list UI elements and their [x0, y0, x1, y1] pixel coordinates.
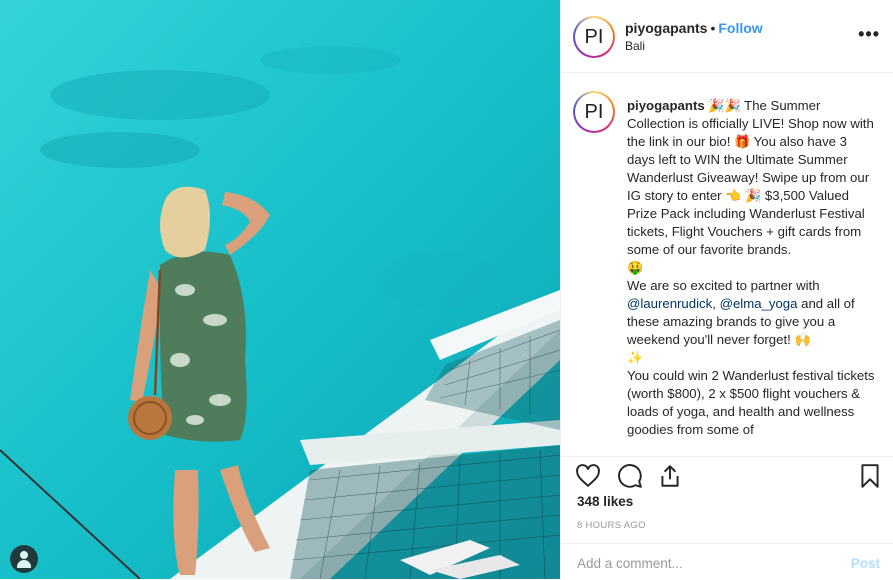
- caption-area: PI piyogapants 🎉🎉 The Summer Collection …: [561, 73, 893, 456]
- caption-part-6: You could win 2 Wanderlust festival tick…: [627, 368, 875, 437]
- raised-hands-icon: 🙌: [794, 332, 811, 347]
- location-link[interactable]: Bali: [625, 39, 645, 53]
- like-heart-icon[interactable]: [575, 463, 601, 489]
- caption-username[interactable]: piyogapants: [627, 98, 705, 113]
- avatar-initials: PI: [575, 18, 613, 56]
- caption-comma: ,: [712, 296, 720, 311]
- caption-avatar[interactable]: PI: [573, 91, 615, 133]
- more-options-icon[interactable]: •••: [858, 24, 880, 45]
- party-popper-icon: 🎉: [724, 98, 741, 113]
- post-header: PI piyogapants • Follow Bali •••: [561, 0, 893, 73]
- share-icon[interactable]: [657, 463, 683, 489]
- party-popper-icon: 🎉: [745, 188, 762, 203]
- party-popper-icon: 🎉: [708, 98, 725, 113]
- photo-scene: [0, 0, 560, 579]
- caption-part-4: We are so excited to partner with: [627, 278, 820, 293]
- pointing-hand-icon: 👈: [725, 188, 742, 203]
- avatar[interactable]: PI: [573, 16, 615, 58]
- caption-text: piyogapants 🎉🎉 The Summer Collection is …: [627, 97, 877, 439]
- post-comment-button[interactable]: Post: [851, 556, 880, 571]
- post-side-panel: PI piyogapants • Follow Bali ••• PI piyoga…: [560, 0, 893, 579]
- sparkle-icon: ✨: [627, 350, 644, 365]
- post-timestamp[interactable]: 8 HOURS AGO: [577, 520, 646, 531]
- money-face-icon: 🤑: [627, 260, 644, 275]
- comment-bar: Post: [561, 543, 893, 580]
- follow-button[interactable]: Follow: [718, 20, 762, 36]
- likes-count[interactable]: 348 likes: [577, 494, 633, 509]
- comment-input[interactable]: [577, 556, 827, 571]
- mention-laurenrudick[interactable]: @laurenrudick: [627, 296, 712, 311]
- caption-avatar-initials: PI: [575, 93, 613, 131]
- post-photo[interactable]: [0, 0, 560, 579]
- gift-icon: 🎁: [734, 134, 751, 149]
- tagged-users-icon[interactable]: [10, 545, 38, 573]
- header-username[interactable]: piyogapants: [625, 20, 707, 36]
- mention-elma-yoga[interactable]: @elma_yoga: [720, 296, 798, 311]
- header-username-row: piyogapants • Follow: [625, 20, 763, 36]
- action-bar: [561, 456, 893, 497]
- separator-dot: •: [710, 20, 716, 36]
- comment-bubble-icon[interactable]: [617, 463, 643, 489]
- bookmark-save-icon[interactable]: [857, 463, 883, 489]
